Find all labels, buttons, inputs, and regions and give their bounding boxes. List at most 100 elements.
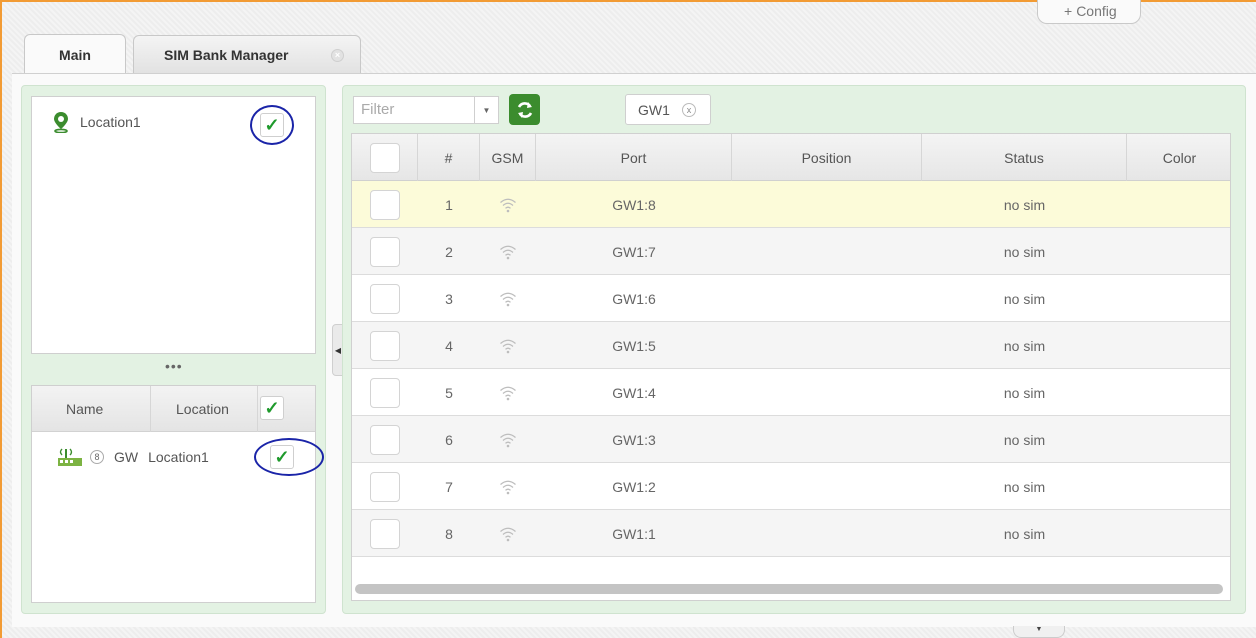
column-separator	[257, 386, 258, 432]
row-checkbox[interactable]	[370, 283, 400, 314]
row-color	[1127, 510, 1230, 557]
header-select-cell	[352, 134, 418, 181]
row-port: GW1:1	[612, 525, 656, 542]
gsm-signal-icon	[500, 433, 516, 447]
expand-bottom-panel-button[interactable]: ▼	[1013, 626, 1065, 638]
row-gsm	[480, 228, 536, 275]
tab-sim-bank-manager-label: SIM Bank Manager	[164, 46, 289, 63]
row-number: 4	[445, 337, 453, 354]
table-row[interactable]: 8 GW1:1 no sim	[352, 510, 1230, 557]
row-gsm	[480, 181, 536, 228]
gsm-signal-icon	[500, 245, 516, 259]
row-status: no sim	[1003, 478, 1046, 495]
row-checkbox[interactable]	[370, 330, 400, 361]
filter-chip: GW1 x	[625, 94, 711, 125]
window-frame: + Config Main SIM Bank Manager × Location…	[0, 0, 1256, 638]
table-row[interactable]: 2 GW1:7 no sim	[352, 228, 1230, 275]
table-row[interactable]: 5 GW1:4 no sim	[352, 369, 1230, 416]
column-status[interactable]: Status	[922, 134, 1127, 181]
row-status: no sim	[1003, 431, 1046, 448]
row-checkbox[interactable]	[370, 471, 400, 502]
row-number: 6	[445, 431, 453, 448]
annotation-circle: ✓	[250, 105, 294, 145]
row-port: GW1:8	[612, 196, 656, 213]
column-port[interactable]: Port	[536, 134, 732, 181]
location-pin-icon	[54, 112, 68, 133]
table-row[interactable]: 1 GW1:8 no sim	[352, 181, 1230, 228]
ports-table: # GSM Port Position Status Color 1 GW1:8 n…	[351, 133, 1231, 601]
row-status: no sim	[1003, 384, 1046, 401]
gateway-select-all-checkbox[interactable]: ✓	[260, 396, 284, 420]
row-select-cell	[352, 181, 418, 228]
row-checkbox[interactable]	[370, 236, 400, 267]
row-color	[1127, 369, 1230, 416]
config-button[interactable]: + Config	[1037, 0, 1141, 24]
left-panel: Location1 ✓ ••• Name Location ✓ 8 GW Loc…	[21, 85, 326, 614]
row-position	[732, 416, 922, 463]
gateway-icon	[58, 448, 82, 466]
row-checkbox[interactable]	[370, 377, 400, 408]
filter-input[interactable]: Filter	[353, 96, 475, 124]
right-panel: Filter ▼ GW1 x # GSM Port Position Statu…	[342, 85, 1246, 614]
row-number: 8	[445, 525, 453, 542]
location-checkbox[interactable]: ✓	[260, 113, 284, 137]
row-port: GW1:5	[612, 337, 656, 354]
annotation-circle: ✓	[254, 438, 324, 476]
table-row[interactable]: 4 GW1:5 no sim	[352, 322, 1230, 369]
column-location[interactable]: Location	[176, 401, 229, 417]
horizontal-scrollbar[interactable]	[355, 584, 1223, 594]
row-number: 7	[445, 478, 453, 495]
row-color	[1127, 322, 1230, 369]
row-select-cell	[352, 369, 418, 416]
row-gsm	[480, 416, 536, 463]
table-row[interactable]: 6 GW1:3 no sim	[352, 416, 1230, 463]
gateway-port-count-badge: 8	[90, 450, 104, 464]
row-gsm	[480, 322, 536, 369]
row-select-cell	[352, 228, 418, 275]
resize-handle[interactable]: •••	[165, 358, 183, 374]
column-color[interactable]: Color	[1127, 134, 1230, 181]
row-color	[1127, 275, 1230, 322]
row-port: GW1:7	[612, 243, 656, 260]
column-number[interactable]: #	[418, 134, 480, 181]
gateway-checkbox[interactable]: ✓	[270, 445, 294, 469]
refresh-button[interactable]	[509, 94, 540, 125]
gateway-name: GW	[114, 449, 139, 465]
gateway-location: Location1	[148, 449, 209, 465]
row-checkbox[interactable]	[370, 424, 400, 455]
filter-dropdown-icon[interactable]: ▼	[475, 96, 499, 124]
ports-table-header: # GSM Port Position Status Color	[352, 134, 1230, 181]
gateway-list: Name Location ✓ 8 GW Location1 ✓	[31, 385, 324, 603]
row-status: no sim	[1003, 196, 1046, 213]
row-gsm	[480, 463, 536, 510]
tab-main[interactable]: Main	[24, 34, 126, 74]
tab-sim-bank-manager[interactable]: SIM Bank Manager ×	[133, 35, 361, 73]
close-tab-icon[interactable]: ×	[331, 49, 344, 62]
row-color	[1127, 228, 1230, 275]
location-list: Location1 ✓	[31, 96, 316, 354]
location-label: Location1	[80, 114, 141, 130]
refresh-icon	[517, 101, 532, 118]
column-gsm[interactable]: GSM	[480, 134, 536, 181]
column-separator	[150, 386, 151, 432]
row-status: no sim	[1003, 337, 1046, 354]
filter-chip-label: GW1	[638, 102, 670, 118]
row-position	[732, 275, 922, 322]
row-port: GW1:2	[612, 478, 656, 495]
select-all-checkbox[interactable]	[369, 142, 400, 173]
row-checkbox[interactable]	[370, 189, 400, 220]
remove-chip-icon[interactable]: x	[682, 103, 696, 117]
row-number: 3	[445, 290, 453, 307]
location-item[interactable]: Location1	[52, 111, 141, 133]
row-position	[732, 510, 922, 557]
column-name[interactable]: Name	[66, 401, 103, 417]
column-position[interactable]: Position	[732, 134, 922, 181]
row-position	[732, 322, 922, 369]
row-port: GW1:6	[612, 290, 656, 307]
row-checkbox[interactable]	[370, 518, 400, 549]
table-row[interactable]: 7 GW1:2 no sim	[352, 463, 1230, 510]
config-label: Config	[1076, 3, 1117, 19]
gateway-row[interactable]: 8 GW Location1	[56, 446, 209, 468]
table-row[interactable]: 3 GW1:6 no sim	[352, 275, 1230, 322]
gsm-signal-icon	[500, 480, 516, 494]
